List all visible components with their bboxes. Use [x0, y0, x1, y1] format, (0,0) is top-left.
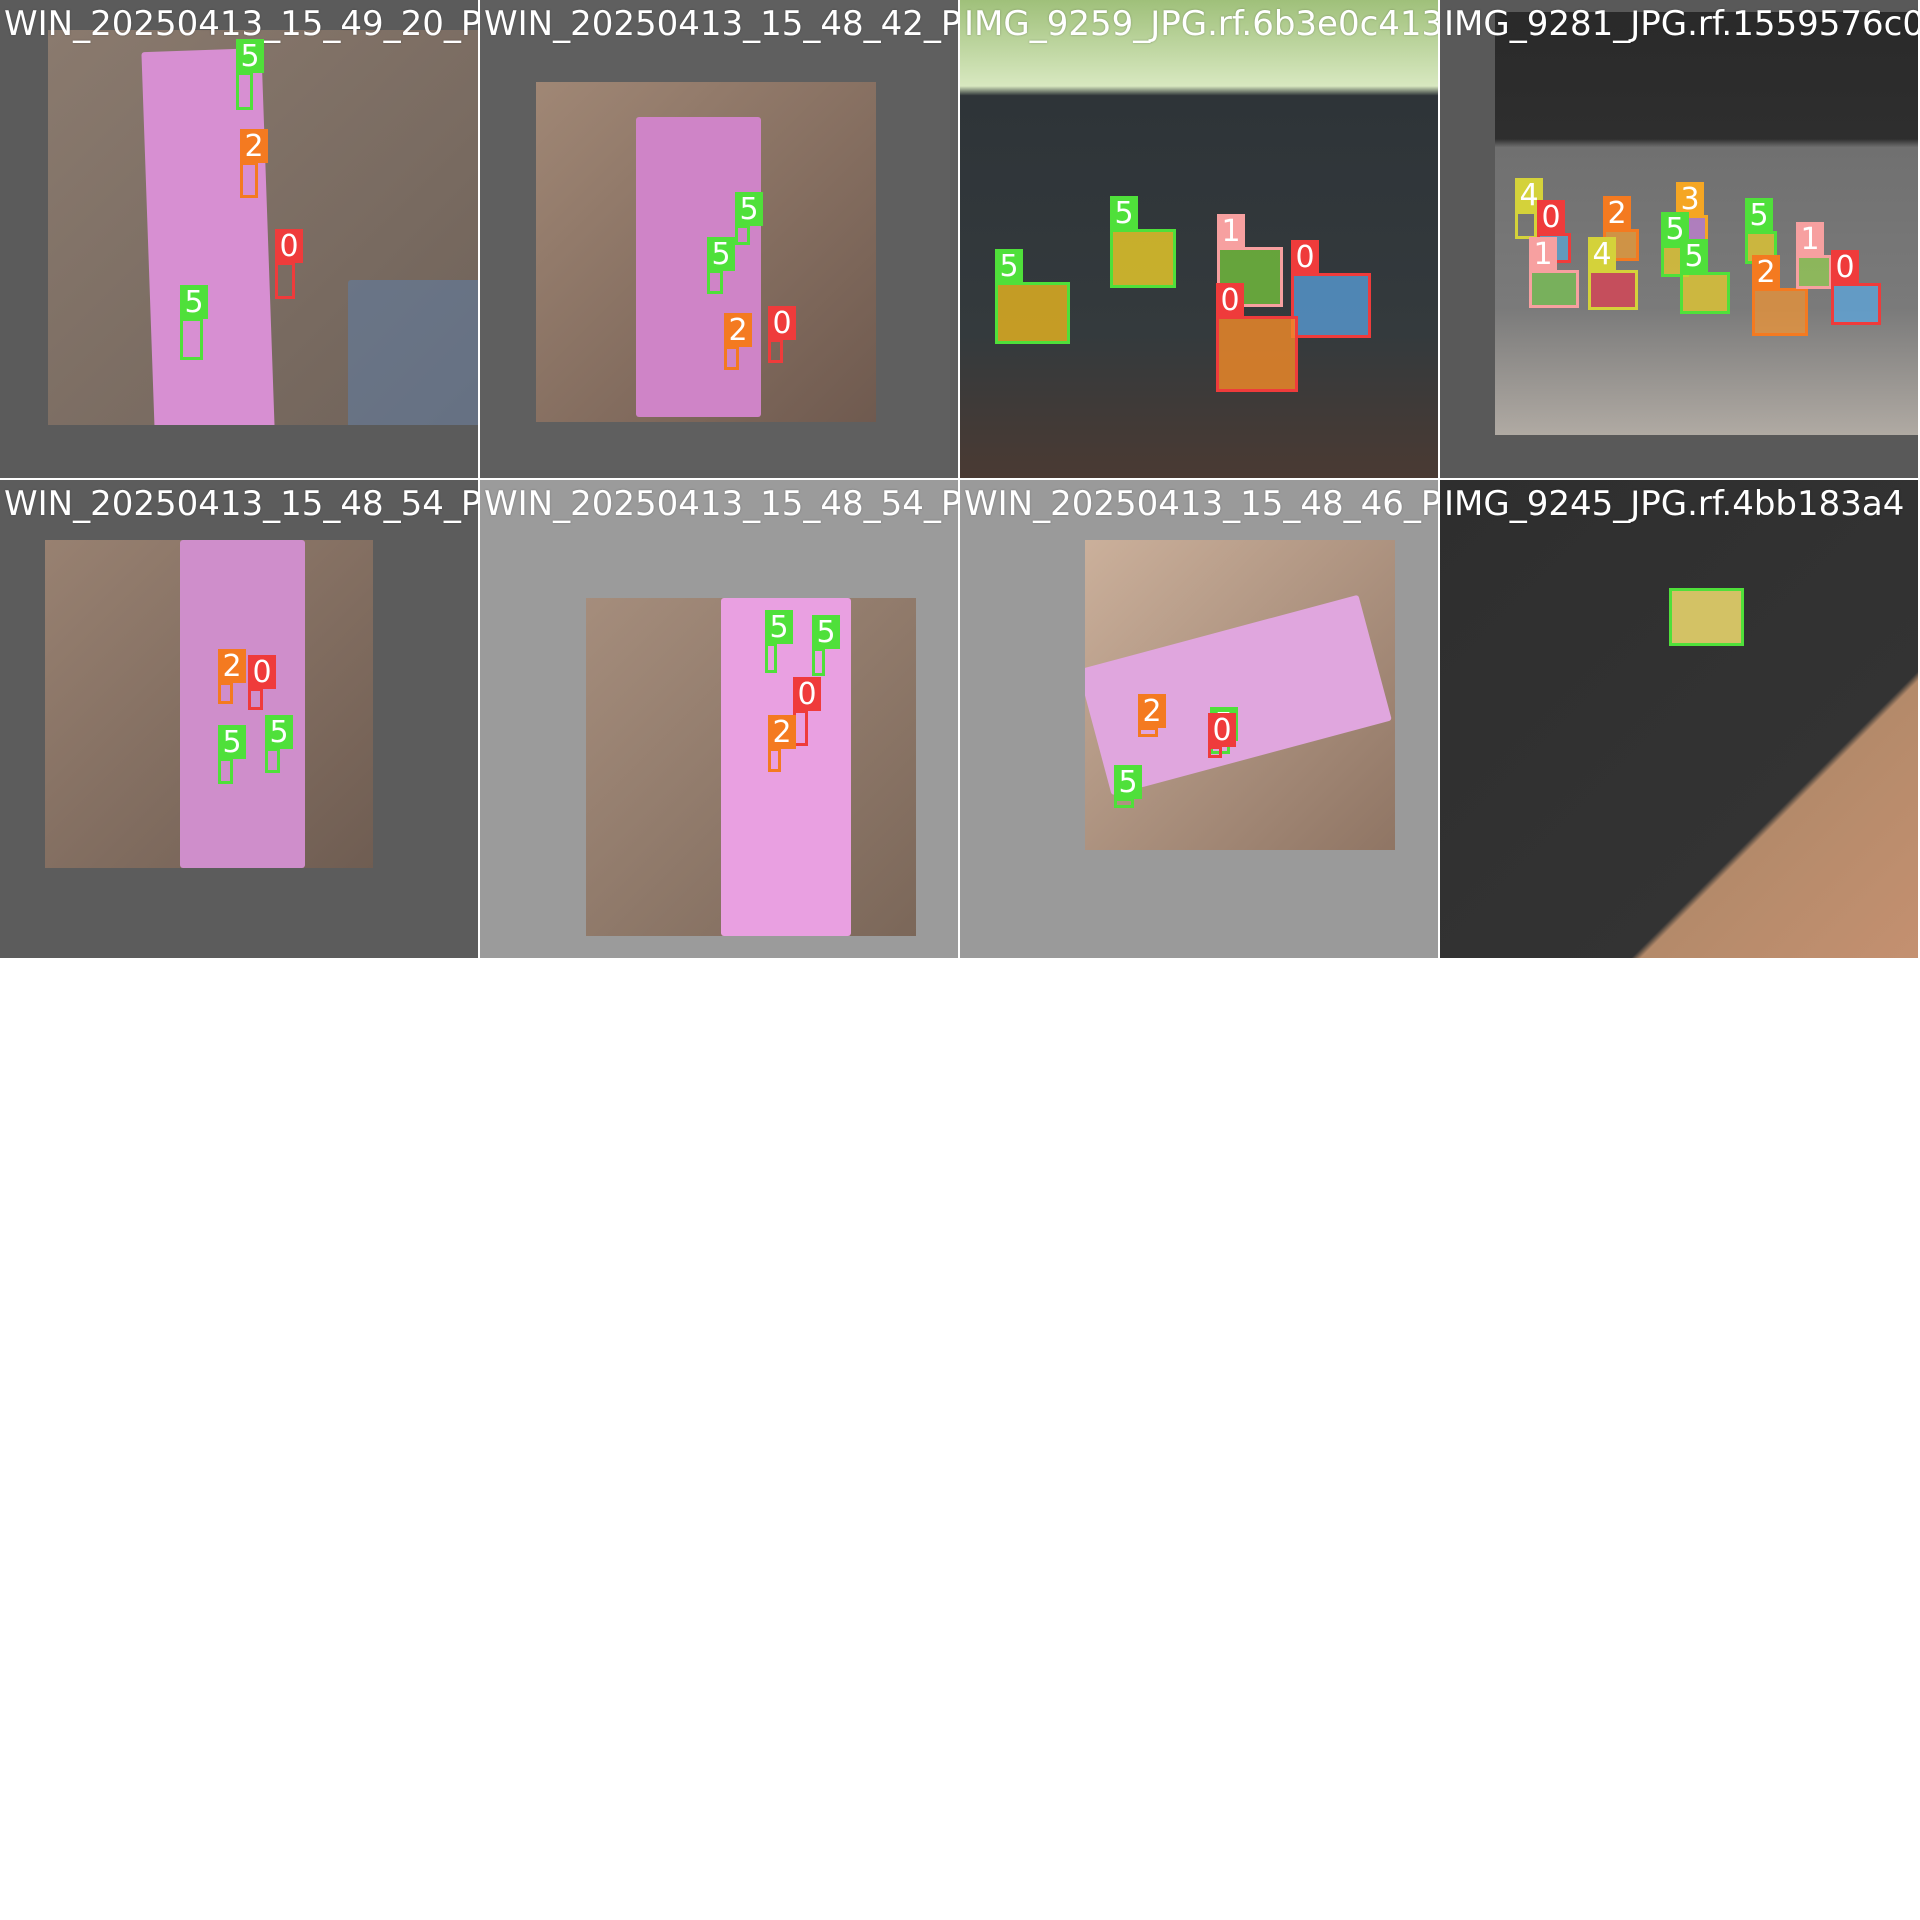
- detection-box: 5: [765, 610, 793, 673]
- tile-7[interactable]: WIN_20250413_15_48_46_Pro_jpg.rf.0b4d3c1…: [960, 480, 1438, 958]
- detection-box: 2: [240, 129, 268, 198]
- detection-box: 5: [1110, 196, 1176, 288]
- detection-box: 0: [1291, 240, 1371, 338]
- class-label: 5: [995, 249, 1023, 284]
- mosaic-grid: WIN_20250413_15_49_20_Pro_jpg.rf.5c4a25b…: [0, 0, 1920, 1920]
- class-label: 3: [1676, 182, 1704, 217]
- detection-box: 5: [1680, 239, 1730, 314]
- detection-box: 0: [1208, 713, 1236, 758]
- detection-box: 0: [248, 655, 276, 710]
- class-label: 0: [1216, 283, 1244, 318]
- class-label: 0: [1831, 250, 1859, 285]
- detection-box: 0: [1831, 250, 1881, 325]
- tile-6[interactable]: WIN_20250413_15_48_54_Pro_jpg.rf.a1b3d0c…: [480, 480, 958, 958]
- detection-box: 5: [265, 715, 293, 773]
- class-label: 5: [218, 725, 246, 760]
- detection-box: 5: [812, 615, 840, 676]
- class-label: 5: [1745, 198, 1773, 233]
- detection-box: 2: [1138, 694, 1166, 737]
- class-label: 5: [180, 285, 208, 320]
- class-label: 0: [1208, 713, 1236, 748]
- tile-photo: [960, 0, 1438, 478]
- class-label: 2: [724, 313, 752, 348]
- tile-photo: [536, 82, 876, 422]
- class-label: 5: [265, 715, 293, 750]
- detection-box: 5: [707, 237, 735, 294]
- detection-box: 2: [768, 715, 796, 772]
- class-label: 2: [768, 715, 796, 750]
- class-label: 5: [735, 192, 763, 227]
- detection-box: 2: [218, 649, 246, 704]
- class-label: 5: [765, 610, 793, 645]
- tile-5[interactable]: WIN_20250413_15_48_54_Pro_jpg.rf.5041b3a…: [0, 480, 478, 958]
- class-label: 2: [1138, 694, 1166, 729]
- tile-1[interactable]: WIN_20250413_15_49_20_Pro_jpg.rf.5c4a25b…: [0, 0, 478, 478]
- detection-box: 5: [218, 725, 246, 784]
- detection-box: 0: [275, 229, 303, 299]
- detection-box: 2: [1752, 255, 1808, 336]
- detection-box: 1: [1529, 237, 1579, 308]
- class-label: 0: [768, 306, 796, 341]
- class-label: 2: [218, 649, 246, 684]
- detection-box: 0: [768, 306, 796, 363]
- image-filename: WIN_20250413_15_48_42_Pro_jpg.rf.ac3b1d1…: [484, 4, 958, 44]
- detection-box: 5: [236, 39, 264, 110]
- class-label: 0: [275, 229, 303, 264]
- class-label: 5: [236, 39, 264, 74]
- detection-box: 0: [1216, 283, 1298, 392]
- tile-2[interactable]: WIN_20250413_15_48_42_Pro_jpg.rf.ac3b1d1…: [480, 0, 958, 478]
- detection-box: 4: [1515, 178, 1543, 239]
- detection-box: 5: [735, 192, 763, 245]
- class-label: 0: [248, 655, 276, 690]
- tile-photo: [586, 598, 916, 936]
- tile-photo: [45, 540, 373, 868]
- tile-8[interactable]: IMG_9245_JPG.rf.4bb183a4: [1440, 480, 1918, 958]
- class-label: 0: [1537, 200, 1565, 235]
- detection-box: 1: [1796, 222, 1832, 289]
- detection-box: 2: [724, 313, 752, 370]
- tile-3[interactable]: IMG_9259_JPG.rf.6b3e0c41329d2e519523155 …: [960, 0, 1438, 478]
- class-label: 2: [1603, 196, 1631, 231]
- class-label: 5: [1680, 239, 1708, 274]
- class-label: 2: [240, 129, 268, 164]
- class-label: 1: [1529, 237, 1557, 272]
- image-filename: WIN_20250413_15_48_54_Pro_jpg.rf.a1b3d0c…: [484, 484, 958, 524]
- class-label: 0: [1291, 240, 1319, 275]
- class-label: 5: [812, 615, 840, 650]
- detection-box: 5: [1114, 765, 1142, 808]
- class-label: 5: [707, 237, 735, 272]
- class-label: 2: [1752, 255, 1780, 290]
- detection-box: 4: [1588, 237, 1638, 310]
- image-filename: WIN_20250413_15_48_46_Pro_jpg.rf.0b4d3c1: [964, 484, 1438, 524]
- tile-photo: [1440, 480, 1918, 958]
- class-label: 0: [793, 677, 821, 712]
- class-label: 5: [1110, 196, 1138, 231]
- class-label: 1: [1217, 214, 1245, 249]
- tile-photo: [48, 30, 478, 425]
- detection-box: 5: [995, 249, 1070, 344]
- image-filename: WIN_20250413_15_48_54_Pro_jpg.rf.5041b3a: [4, 484, 478, 524]
- detection-box: [1669, 588, 1744, 646]
- class-label: 1: [1796, 222, 1824, 257]
- tile-4[interactable]: IMG_9281_JPG.rf.1559576c04 4 0 2 3 5 5 1…: [1440, 0, 1918, 478]
- class-label: 4: [1588, 237, 1616, 272]
- class-label: 5: [1114, 765, 1142, 800]
- detection-box: 5: [180, 285, 208, 360]
